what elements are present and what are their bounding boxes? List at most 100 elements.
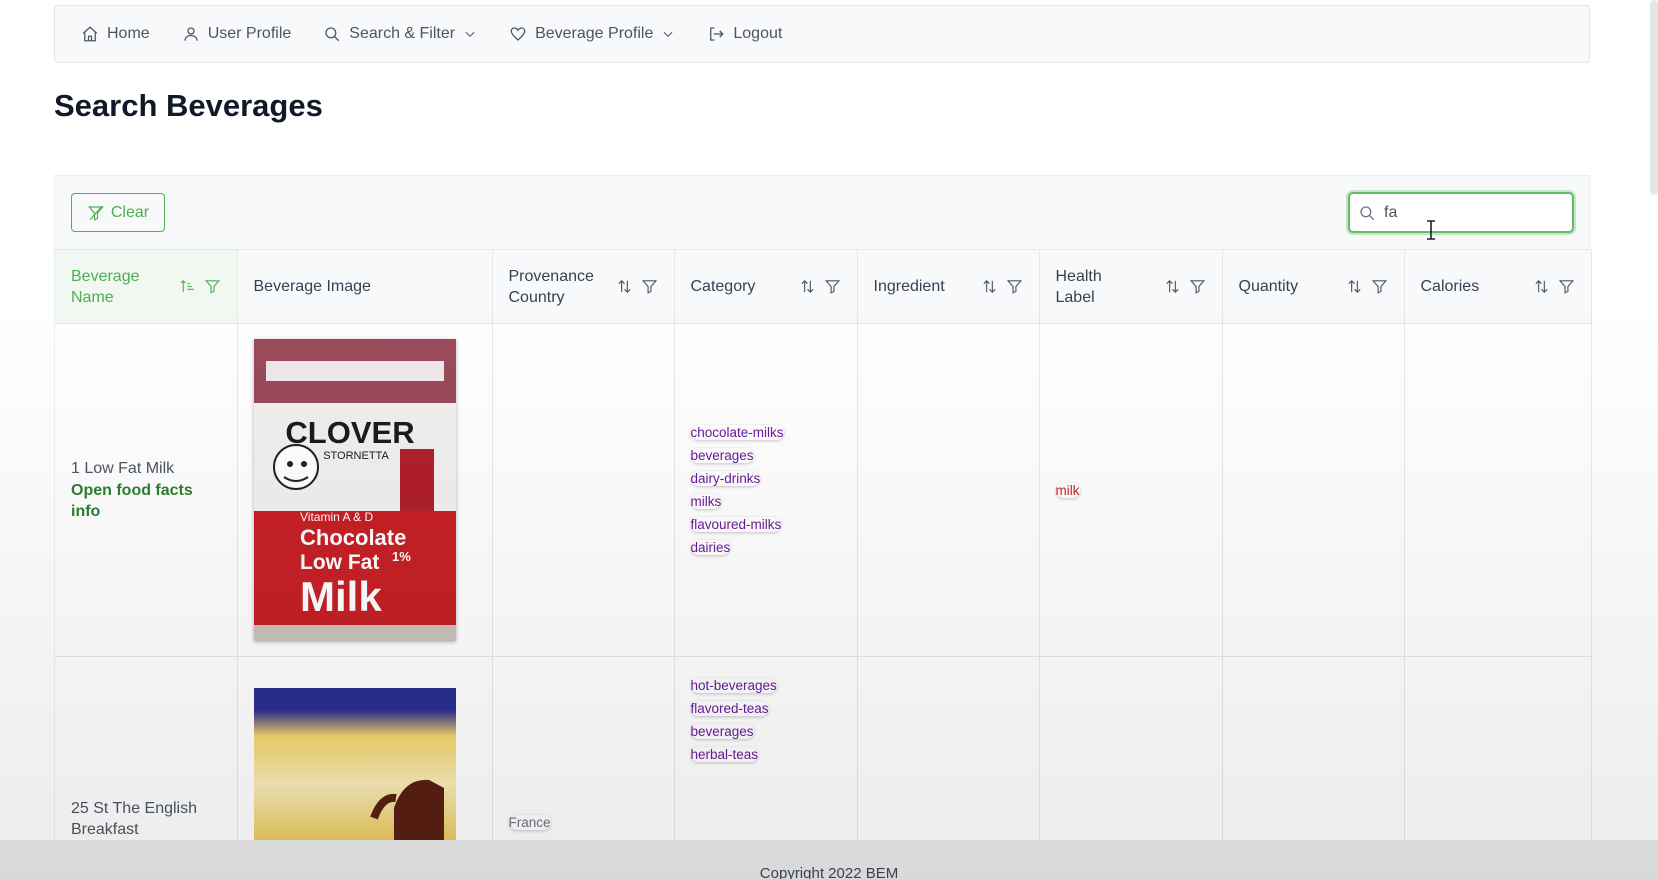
category-chip: beverages (690, 448, 754, 463)
footer: Copyright 2022 BEM (0, 840, 1658, 879)
category-chip: flavoured-milks (690, 517, 782, 532)
open-food-facts-link[interactable]: Open food facts info (71, 480, 221, 522)
nav-search-filter[interactable]: Search & Filter (323, 25, 477, 43)
home-icon (82, 26, 98, 42)
column-header-calories[interactable]: Calories (1404, 249, 1592, 324)
carton-sub-text: STORNETTA (323, 450, 389, 462)
sort-icon[interactable] (1164, 278, 1181, 295)
beverage-image[interactable]: CLOVER STORNETTA Vitamin A & D Chocolate… (253, 339, 456, 641)
nav-beverage-profile[interactable]: Beverage Profile (509, 25, 675, 43)
beverage-name: 25 St The English Breakfast (71, 800, 198, 838)
column-header-label: Category (690, 277, 756, 295)
category-chip: flavored-teas (690, 701, 769, 716)
search-icon (325, 27, 340, 42)
column-header-label: Beverage Image (253, 277, 371, 295)
logout-icon (710, 27, 725, 41)
table-row: 25 St The English Breakfast France hot-b… (55, 656, 1592, 857)
provenance-country-cell: France (492, 656, 675, 857)
category-chip: hot-beverages (690, 678, 777, 693)
ingredient-cell (857, 323, 1040, 657)
chevron-down-icon (465, 31, 475, 38)
column-header-beverage-name[interactable]: Beverage Name (55, 249, 238, 324)
beverage-name-cell: 1 Low Fat Milk Open food facts info (55, 323, 238, 657)
global-search-box[interactable] (1348, 192, 1574, 233)
nav-logout-label: Logout (733, 25, 783, 42)
column-header-label: Calories (1420, 277, 1480, 295)
carton-vitamin-text: Vitamin A & D (300, 510, 373, 524)
column-header-ingredient[interactable]: Ingredient (857, 249, 1040, 324)
provenance-country-cell (492, 323, 675, 657)
column-header-label: Provenance Country (508, 267, 594, 306)
vertical-scrollbar[interactable] (1650, 0, 1658, 195)
clover-milk-carton-image: CLOVER STORNETTA Vitamin A & D Chocolate… (253, 339, 456, 641)
sort-icon[interactable] (981, 278, 998, 295)
nav-search-filter-label: Search & Filter (349, 25, 456, 42)
chevron-down-icon (663, 31, 673, 38)
sort-icon[interactable] (1533, 278, 1550, 295)
nav-home[interactable]: Home (81, 25, 150, 43)
column-header-health-label[interactable]: Health Label (1039, 249, 1223, 324)
carton-brand-text: CLOVER (285, 415, 414, 450)
text-cursor-icon (1427, 220, 1435, 240)
filter-icon[interactable] (824, 278, 841, 295)
beverage-image-cell (237, 656, 493, 857)
carton-line1-text: Chocolate (300, 525, 406, 550)
category-chip: milks (690, 494, 722, 509)
beverage-image[interactable] (253, 688, 456, 848)
health-label-cell: milk (1039, 323, 1223, 657)
sort-icon[interactable] (1346, 278, 1363, 295)
health-label-cell (1039, 656, 1223, 857)
page-title: Search Beverages (54, 88, 323, 123)
category-chip: chocolate-milks (690, 425, 784, 440)
filter-icon[interactable] (1189, 278, 1206, 295)
nav-home-label: Home (107, 25, 150, 42)
table-toolbar: Clear (55, 176, 1589, 249)
footer-copyright: Copyright 2022 BEM (759, 865, 899, 879)
filter-icon[interactable] (641, 278, 658, 295)
sort-ascending-icon[interactable] (179, 278, 196, 295)
column-header-quantity[interactable]: Quantity (1222, 249, 1405, 324)
table-row: 1 Low Fat Milk Open food facts info CLOV… (55, 323, 1592, 657)
nav-logout[interactable]: Logout (707, 25, 782, 43)
filter-icon[interactable] (1006, 278, 1023, 295)
calories-cell (1404, 656, 1592, 857)
category-chip: herbal-teas (690, 747, 759, 762)
carton-line2-text: Low Fat (300, 551, 379, 574)
top-navbar: Home User Profile Search & Filter Bevera… (54, 5, 1590, 63)
carton-line3-text: Milk (300, 573, 382, 620)
column-header-label: Quantity (1238, 277, 1299, 295)
global-search-input[interactable] (1384, 203, 1564, 222)
search-icon (1360, 205, 1375, 220)
category-cell: chocolate-milks beverages dairy-drinks m… (674, 323, 858, 657)
column-header-beverage-image: Beverage Image (237, 249, 493, 324)
column-header-label: Health Label (1055, 267, 1102, 306)
filter-slash-icon (87, 205, 104, 221)
filter-icon[interactable] (1371, 278, 1388, 295)
quantity-cell (1222, 323, 1405, 657)
user-icon (184, 27, 198, 41)
category-chip: dairy-drinks (690, 471, 761, 486)
beverage-name: 1 Low Fat Milk (71, 460, 175, 477)
nav-beverage-profile-label: Beverage Profile (535, 25, 654, 42)
column-header-category[interactable]: Category (674, 249, 858, 324)
clear-filters-button[interactable]: Clear (71, 193, 165, 232)
column-header-provenance-country[interactable]: Provenance Country (492, 249, 675, 324)
beverage-image-cell: CLOVER STORNETTA Vitamin A & D Chocolate… (237, 323, 493, 657)
country-chip: France (508, 815, 551, 830)
filter-icon[interactable] (1558, 278, 1575, 295)
tea-package-image (369, 779, 444, 848)
calories-cell (1404, 323, 1592, 657)
beverage-table-card: Clear Beverage Name (54, 175, 1592, 879)
category-chip: beverages (690, 724, 754, 739)
filter-icon[interactable] (204, 278, 221, 295)
beverage-table: Beverage Name Beverage Image Provenance … (55, 249, 1592, 857)
nav-user-profile[interactable]: User Profile (182, 25, 291, 43)
health-label-chip: milk (1055, 482, 1080, 498)
clear-filters-label: Clear (110, 203, 150, 221)
table-header-row: Beverage Name Beverage Image Provenance … (55, 249, 1592, 324)
quantity-cell (1222, 656, 1405, 857)
sort-icon[interactable] (616, 278, 633, 295)
heart-icon (510, 27, 526, 41)
carton-percent-text: 1% (392, 549, 411, 564)
sort-icon[interactable] (799, 278, 816, 295)
